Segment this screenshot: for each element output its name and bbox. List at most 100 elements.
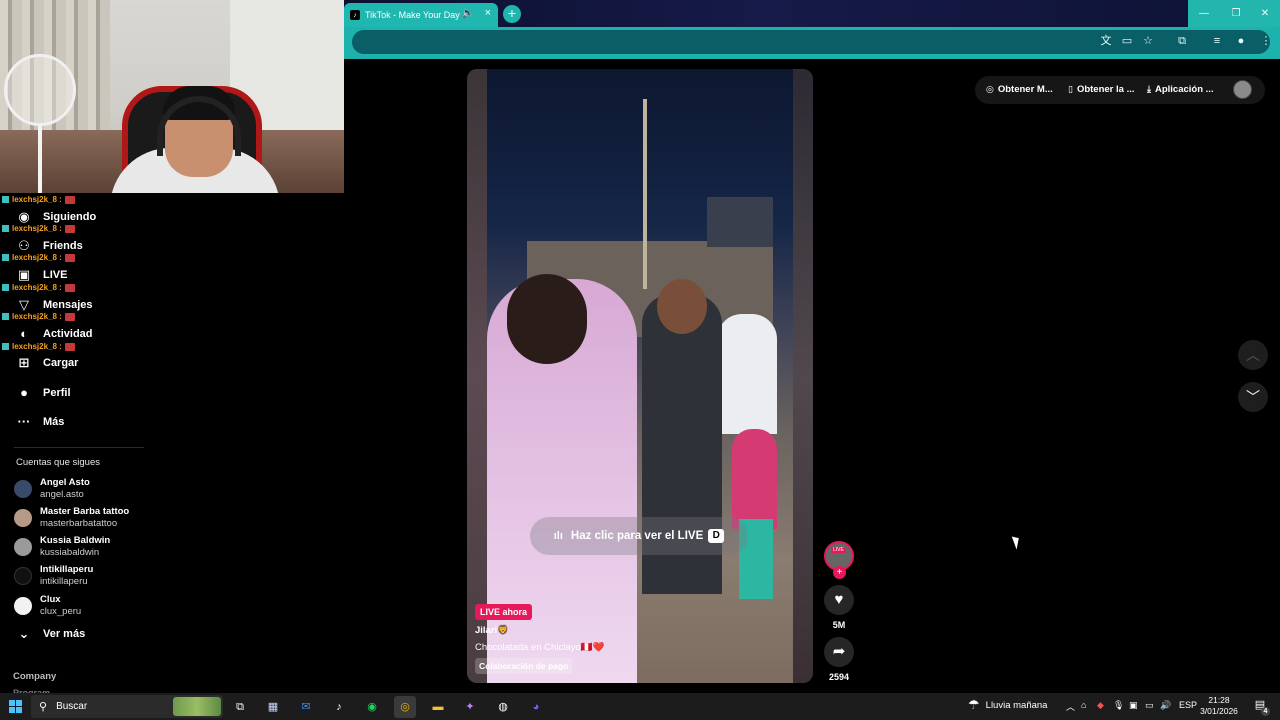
chat-badge-icon [2, 196, 9, 203]
user-avatar[interactable] [1233, 80, 1252, 99]
account-name: Master Barba tattoo [40, 506, 130, 517]
chat-emote-icon [64, 224, 75, 233]
live-mini-badge: LIVE [831, 547, 846, 553]
keyboard-shortcut-key: D [708, 529, 725, 543]
avatar [14, 509, 32, 527]
following-account-item[interactable]: Master Barba tattoo masterbarbatattoo [14, 506, 129, 530]
translate-icon[interactable]: 文 [1098, 33, 1114, 49]
following-account-item[interactable]: Kussia Baldwin kussiabaldwin [14, 535, 110, 559]
cast-icon[interactable]: ▭ [1119, 33, 1135, 49]
watch-live-button[interactable]: ılı Haz clic para ver el LIVE D [530, 517, 748, 555]
avatar [14, 480, 32, 498]
video-player[interactable] [467, 69, 813, 683]
sidebar-item-label: Actividad [43, 328, 93, 340]
toolbar-bottom-border [344, 57, 1280, 59]
download-icon: ⤓ [1147, 84, 1151, 94]
video-author[interactable]: Jilari🦁 [475, 625, 509, 636]
chat-emote-icon [64, 195, 75, 204]
chat-emote-icon [64, 312, 75, 321]
video-scene-house [707, 197, 773, 247]
extensions-icon[interactable]: ⧉ [1174, 33, 1190, 49]
following-account-item[interactable]: Intikillaperu intikillaperu [14, 564, 93, 588]
sidebar-item-perfil[interactable]: ● Perfil [16, 382, 70, 404]
browser-tabstrip: ♪ TikTok - Make Your Day 🔈 × + [344, 0, 1280, 27]
close-window-button[interactable]: ✕ [1250, 0, 1280, 27]
language-indicator[interactable]: ESP [1179, 700, 1197, 710]
notification-center-button[interactable]: ▤ 4 [1252, 698, 1270, 716]
weather-widget[interactable]: ☂ Lluvia mañana [968, 697, 1047, 713]
video-blur-edge [467, 69, 487, 683]
chat-emote-icon [64, 342, 75, 351]
coin-icon: ◎ [986, 84, 994, 94]
live-now-badge[interactable]: LIVE ahora [475, 604, 533, 620]
taskbar-search[interactable]: ⚲ Buscar [31, 695, 223, 718]
heart-icon: ♥ [834, 591, 844, 608]
account-name: Clux [40, 594, 61, 605]
tab-title: TikTok - Make Your Day [365, 10, 460, 20]
tiktok-app-icon[interactable]: ♪ [328, 696, 350, 718]
profile-icon: ● [20, 385, 28, 400]
desktop-app-button[interactable]: ⤓ Aplicación ... [1147, 84, 1214, 95]
previous-video-button[interactable]: ︿ [1238, 340, 1268, 370]
discord-icon[interactable]: ◕ [525, 696, 547, 718]
like-button[interactable]: ♥ [824, 585, 854, 615]
see-more-button[interactable]: ⌄ Ver más [16, 623, 86, 645]
watch-live-label: Haz clic para ver el LIVE [570, 530, 704, 542]
follow-plus-button[interactable]: + [833, 566, 846, 579]
webcam-fan-pole [38, 125, 42, 193]
following-account-item[interactable]: Clux clux_peru [14, 594, 81, 618]
tray-display-icon[interactable]: ▣ [1129, 700, 1138, 711]
account-name: Angel Asto [40, 477, 90, 488]
browser-menu-icon[interactable]: ⋮ [1258, 33, 1274, 49]
outlook-icon[interactable]: ✉ [295, 696, 317, 718]
upload-icon: ⊞ [18, 355, 30, 370]
get-coins-button[interactable]: ◎ Obtener M... [986, 84, 1053, 95]
copilot-icon[interactable]: ✦ [459, 696, 481, 718]
spotify-icon[interactable]: ◉ [361, 696, 383, 718]
windows-start-button[interactable] [9, 700, 22, 713]
chat-username: lexchsj2k_8 : [12, 312, 62, 321]
microphone-icon[interactable]: 🎙 [1113, 700, 1124, 711]
new-tab-button[interactable]: + [503, 5, 521, 23]
system-clock[interactable]: 21:28 3/01/2026 [1199, 695, 1239, 717]
network-icon[interactable]: ▭ [1145, 700, 1154, 711]
account-username: angel.asto [40, 489, 84, 500]
audio-icon[interactable]: 🔈 [462, 8, 474, 19]
profile-avatar-icon[interactable]: ● [1233, 33, 1249, 49]
task-view-icon[interactable]: ⧉ [229, 696, 251, 718]
volume-icon[interactable]: 🔊 [1160, 700, 1171, 711]
get-app-label: Obtener la ... [1076, 84, 1135, 95]
tray-security-icon[interactable]: ◆ [1097, 700, 1104, 711]
get-app-button[interactable]: ▯ Obtener la ... [1068, 84, 1135, 95]
like-count: 5M [832, 620, 846, 630]
browser-tab-tiktok[interactable]: ♪ TikTok - Make Your Day 🔈 × [344, 3, 498, 27]
file-explorer-icon[interactable]: ▬ [427, 696, 449, 718]
obs-icon[interactable]: ◍ [492, 696, 514, 718]
restore-button[interactable]: ❐ [1220, 0, 1252, 27]
sidebar-divider [14, 447, 144, 448]
footer-company-link[interactable]: Company [13, 671, 56, 682]
share-button[interactable]: ➦ [824, 637, 854, 667]
sidebar-item-cargar[interactable]: ⊞ Cargar [16, 352, 79, 374]
following-account-item[interactable]: Angel Asto angel.asto [14, 477, 90, 501]
bookmark-star-icon[interactable]: ☆ [1140, 33, 1156, 49]
account-username: kussiabaldwin [40, 547, 100, 558]
chat-emote-icon [64, 283, 75, 292]
store-icon[interactable]: ▦ [262, 696, 284, 718]
tray-expand-icon[interactable]: ︿ [1066, 700, 1075, 713]
media-control-icon[interactable]: ≡ [1209, 33, 1225, 49]
tab-close-icon[interactable]: × [485, 7, 491, 19]
tray-app-icon[interactable]: ⌂ [1081, 700, 1086, 710]
next-video-button[interactable]: ﹀ [1238, 382, 1268, 412]
sidebar-item-mas[interactable]: ··· Más [16, 411, 65, 433]
chrome-icon[interactable]: ◎ [394, 696, 416, 718]
sidebar-item-label: Mensajes [43, 299, 93, 311]
video-scene-child [732, 429, 777, 529]
chat-message: lexchsj2k_8 : [2, 253, 75, 262]
chevron-down-icon: ﹀ [1246, 389, 1260, 405]
minimize-button[interactable]: — [1188, 0, 1220, 27]
avatar [14, 567, 32, 585]
chat-message: lexchsj2k_8 : [2, 195, 75, 204]
chat-message: lexchsj2k_8 : [2, 283, 75, 292]
account-name: Intikillaperu [40, 564, 94, 575]
